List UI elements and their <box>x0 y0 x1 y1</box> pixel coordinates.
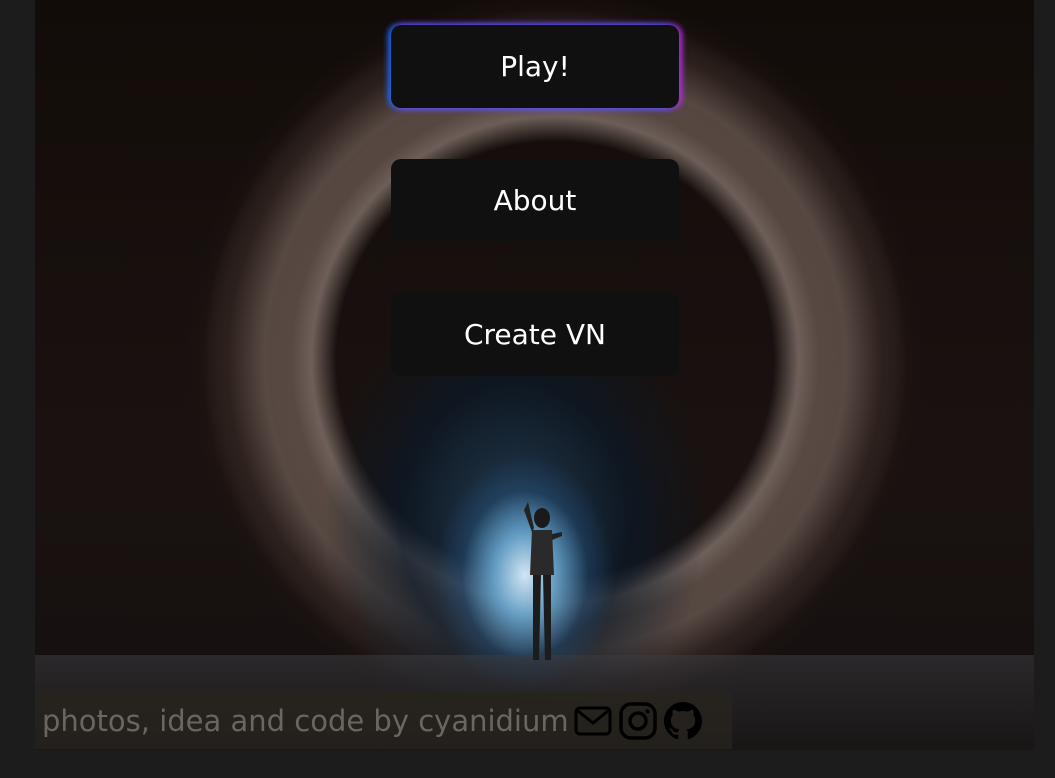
main-menu: Play! About Create VN <box>391 25 679 427</box>
credit-text: photos, idea and code by cyanidium <box>42 703 569 738</box>
footer-bar: photos, idea and code by cyanidium <box>35 692 732 749</box>
silhouette-figure <box>524 502 562 660</box>
about-button[interactable]: About <box>391 159 679 242</box>
social-links <box>573 701 708 741</box>
mail-icon[interactable] <box>573 701 613 741</box>
github-icon[interactable] <box>663 701 703 741</box>
instagram-icon[interactable] <box>618 701 658 741</box>
play-button[interactable]: Play! <box>391 25 679 108</box>
create-vn-button[interactable]: Create VN <box>391 293 679 376</box>
